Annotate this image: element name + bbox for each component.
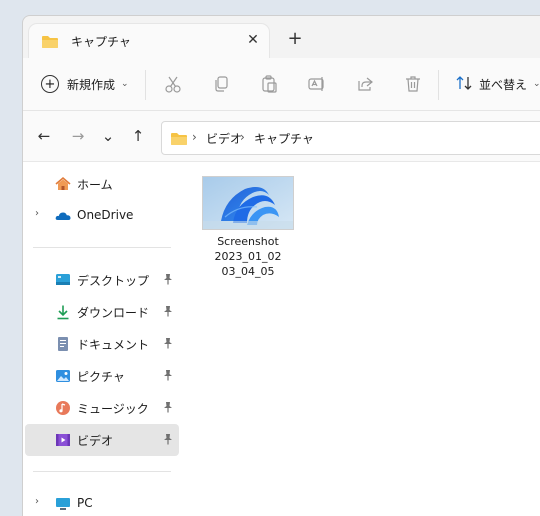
sidebar-item-label: ダウンロード (77, 306, 150, 320)
sort-button-label: 並べ替え (479, 77, 528, 92)
new-tab-button[interactable]: + (285, 29, 305, 49)
expand-icon[interactable]: › (35, 208, 39, 219)
sidebar-item-label: ドキュメント (77, 338, 150, 352)
folder-icon (170, 131, 188, 150)
pictures-icon (55, 368, 71, 384)
address-row: ← → ⌄ ↑ › ビデオ › キャプチャ (23, 111, 540, 161)
desktop-icon (55, 272, 71, 288)
sidebar-item-label: デスクトップ (77, 274, 150, 288)
sort-icon (455, 74, 473, 95)
add-icon: + (41, 75, 59, 93)
file-name-line: 03_04_05 (221, 265, 275, 278)
paste-icon[interactable] (259, 74, 279, 94)
sidebar-item-documents[interactable]: ドキュメント (25, 328, 179, 360)
back-button[interactable]: ← (35, 127, 53, 145)
chevron-down-icon: ⌄ (121, 79, 129, 89)
sidebar-item-label: ビデオ (77, 434, 114, 448)
document-icon (55, 336, 71, 352)
file-name-line: 2023_01_02 (214, 250, 282, 263)
sidebar-item-videos[interactable]: ビデオ (25, 424, 179, 456)
folder-icon (41, 34, 59, 53)
breadcrumb-separator: › (240, 130, 245, 144)
file-explorer-window: キャプチャ ✕ + + 新規作成 ⌄ 並べ替え ⌄ ← → ⌄ ↑ › ビデオ … (22, 15, 540, 516)
chevron-down-icon: ⌄ (533, 79, 540, 89)
forward-button[interactable]: → (69, 127, 87, 145)
pin-icon[interactable] (163, 305, 173, 320)
sidebar-divider (33, 471, 171, 472)
tab-capture[interactable]: キャプチャ ✕ (29, 24, 269, 58)
pin-icon[interactable] (163, 433, 173, 448)
sidebar-item-label: ミュージック (77, 402, 149, 416)
sidebar-item-label: ホーム (77, 178, 113, 192)
breadcrumb-item-video[interactable]: ビデオ (206, 130, 242, 147)
pin-icon[interactable] (163, 337, 173, 352)
close-tab-icon[interactable]: ✕ (243, 30, 263, 50)
pin-icon[interactable] (163, 273, 173, 288)
new-button[interactable]: + 新規作成 ⌄ (41, 72, 129, 96)
up-button[interactable]: ↑ (129, 127, 147, 145)
sidebar-item-downloads[interactable]: ダウンロード (25, 296, 179, 328)
recent-locations-button[interactable]: ⌄ (99, 127, 117, 145)
sidebar-item-label: ピクチャ (77, 370, 125, 384)
sort-button[interactable]: 並べ替え ⌄ (455, 72, 540, 96)
content-area: ホーム › OneDrive デスクトップ ダウンロード ドキュメント ピクチャ… (23, 161, 540, 516)
rename-icon[interactable] (307, 74, 327, 94)
download-icon (55, 304, 71, 320)
breadcrumb-separator: › (192, 130, 197, 144)
file-name-line: Screenshot (217, 235, 279, 248)
sidebar-item-home[interactable]: ホーム (25, 168, 179, 200)
toolbar-divider (145, 70, 146, 100)
sidebar-item-pc[interactable]: › PC (25, 488, 179, 516)
breadcrumb[interactable]: › ビデオ › キャプチャ (161, 121, 540, 155)
pin-icon[interactable] (163, 369, 173, 384)
tab-title: キャプチャ (71, 35, 131, 49)
breadcrumb-item-capture[interactable]: キャプチャ (254, 130, 314, 147)
sidebar-item-onedrive[interactable]: › OneDrive (25, 200, 179, 232)
copy-icon[interactable] (211, 74, 231, 94)
file-name: Screenshot 2023_01_02 03_04_05 (201, 234, 295, 279)
expand-icon[interactable]: › (35, 496, 39, 507)
home-icon (55, 176, 71, 192)
sidebar-item-pictures[interactable]: ピクチャ (25, 360, 179, 392)
pin-icon[interactable] (163, 401, 173, 416)
music-icon (55, 400, 71, 416)
file-item-screenshot[interactable]: Screenshot 2023_01_02 03_04_05 (201, 176, 295, 279)
delete-icon[interactable] (403, 74, 423, 94)
navigation-pane: ホーム › OneDrive デスクトップ ダウンロード ドキュメント ピクチャ… (23, 162, 183, 516)
new-button-label: 新規作成 (67, 77, 116, 92)
video-icon (55, 432, 71, 448)
sidebar-item-music[interactable]: ミュージック (25, 392, 179, 424)
cut-icon[interactable] (163, 74, 183, 94)
command-bar: + 新規作成 ⌄ 並べ替え ⌄ (23, 58, 540, 111)
toolbar-divider (438, 70, 439, 100)
sidebar-divider (33, 247, 171, 248)
sidebar-item-label: OneDrive (77, 208, 134, 222)
onedrive-icon (55, 208, 71, 224)
pc-icon (55, 496, 71, 512)
thumbnail (202, 176, 294, 230)
sidebar-item-desktop[interactable]: デスクトップ (25, 264, 179, 296)
share-icon[interactable] (355, 74, 375, 94)
sidebar-item-label: PC (77, 496, 93, 510)
